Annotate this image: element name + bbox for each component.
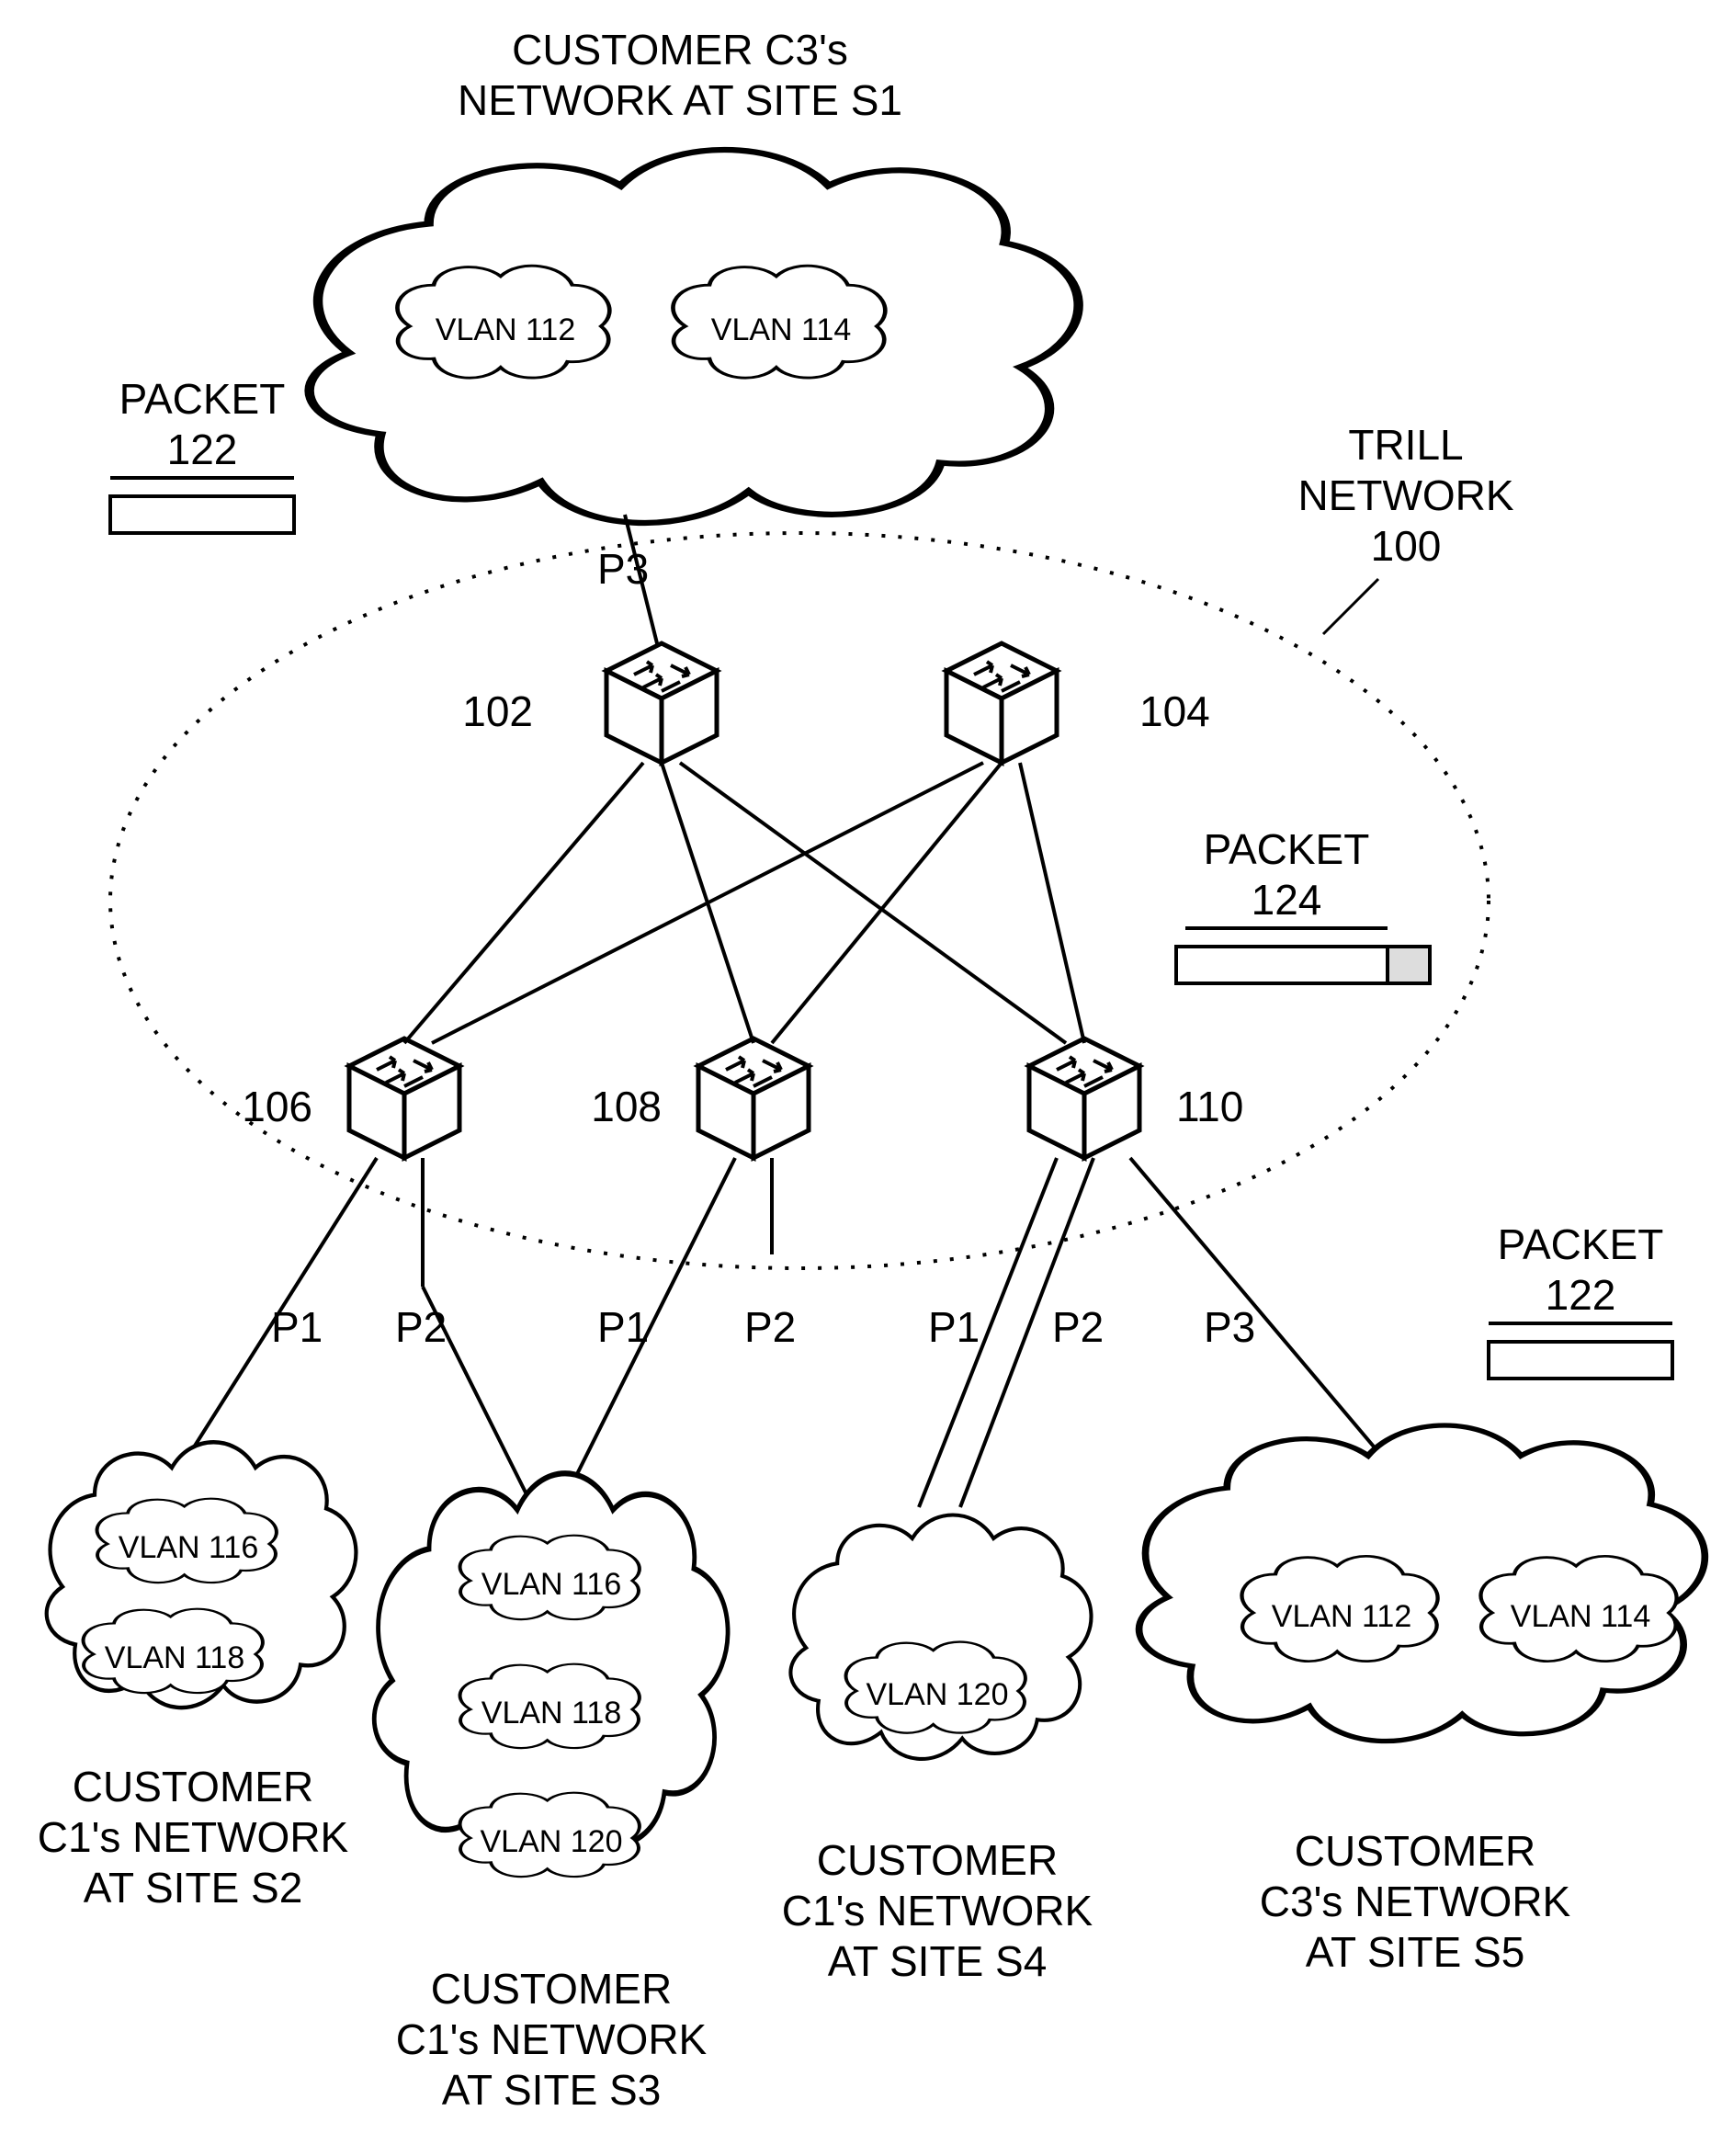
router-110-icon xyxy=(1029,1038,1139,1158)
packet-124-tag xyxy=(1388,947,1430,983)
port-p1a: P1 xyxy=(271,1303,323,1351)
svg-text:PACKET: PACKET xyxy=(1204,825,1370,873)
router-106-icon xyxy=(349,1038,459,1158)
packet-122-right: PACKET 122 xyxy=(1489,1220,1672,1379)
trill-label: TRILL NETWORK 100 xyxy=(1297,421,1513,634)
cloud-c1-s2: VLAN 116 VLAN 118 CUSTOMER C1's NETWORK … xyxy=(38,1442,357,1912)
cloud-c3-s1: VLAN 112 VLAN 114 xyxy=(310,150,1079,523)
router-102-icon xyxy=(606,643,717,763)
svg-text:TRILL: TRILL xyxy=(1348,421,1463,469)
svg-text:C1's NETWORK: C1's NETWORK xyxy=(396,2015,708,2063)
router-106-label: 106 xyxy=(242,1083,312,1130)
router-108-label: 108 xyxy=(591,1083,662,1130)
packet-122-label1: PACKET xyxy=(119,375,286,423)
svg-text:C1's NETWORK: C1's NETWORK xyxy=(782,1887,1093,1935)
port-p2a: P2 xyxy=(395,1303,447,1351)
packet-122-left: PACKET 122 xyxy=(110,375,294,533)
svg-text:122: 122 xyxy=(1546,1271,1616,1319)
svg-text:C1's NETWORK: C1's NETWORK xyxy=(38,1813,349,1861)
port-p1b: P1 xyxy=(597,1303,649,1351)
svg-text:AT SITE S2: AT SITE S2 xyxy=(84,1864,303,1912)
packet-124: PACKET 124 xyxy=(1176,825,1430,983)
vlan-120-s4: VLAN 120 xyxy=(867,1677,1009,1712)
port-p3c: P3 xyxy=(1204,1303,1255,1351)
port-p2c: P2 xyxy=(1052,1303,1104,1351)
port-p3-top: P3 xyxy=(597,545,649,593)
svg-text:NETWORK: NETWORK xyxy=(1297,471,1513,519)
cloud-c1-s4: VLAN 120 CUSTOMER C1's NETWORK AT SITE S… xyxy=(782,1515,1093,1986)
vlan-114-s5: VLAN 114 xyxy=(1511,1599,1650,1634)
svg-text:PACKET: PACKET xyxy=(1498,1220,1664,1268)
svg-text:C3's NETWORK: C3's NETWORK xyxy=(1260,1878,1571,1925)
svg-text:AT SITE S5: AT SITE S5 xyxy=(1306,1928,1525,1976)
vlan-114-top: VLAN 114 xyxy=(711,312,851,347)
diagram-root: CUSTOMER C3's NETWORK AT SITE S1 PACKET … xyxy=(0,0,1722,2156)
svg-text:CUSTOMER: CUSTOMER xyxy=(817,1836,1058,1884)
router-104-icon xyxy=(946,643,1057,763)
port-p2b: P2 xyxy=(744,1303,796,1351)
vlan-112-s5: VLAN 112 xyxy=(1272,1599,1411,1634)
svg-text:100: 100 xyxy=(1371,522,1442,570)
router-110-label: 110 xyxy=(1176,1083,1243,1130)
svg-text:CUSTOMER: CUSTOMER xyxy=(1295,1827,1535,1875)
port-p1c: P1 xyxy=(928,1303,980,1351)
svg-text:124: 124 xyxy=(1252,876,1322,924)
vlan-118-s2: VLAN 118 xyxy=(105,1640,244,1675)
vlan-116-s3: VLAN 116 xyxy=(481,1567,621,1602)
vlan-120-s3: VLAN 120 xyxy=(481,1824,623,1859)
svg-text:CUSTOMER: CUSTOMER xyxy=(73,1763,313,1810)
router-104-label: 104 xyxy=(1139,687,1210,735)
packet-122-box xyxy=(110,496,294,533)
packet-122-label2: 122 xyxy=(167,426,238,473)
svg-text:CUSTOMER: CUSTOMER xyxy=(431,1965,672,2013)
svg-text:AT SITE S4: AT SITE S4 xyxy=(828,1937,1048,1985)
cloud-c3-s5: VLAN 112 VLAN 114 CUSTOMER C3's NETWORK … xyxy=(1139,1425,1705,1976)
vlan-112-top: VLAN 112 xyxy=(436,312,575,347)
router-102-label: 102 xyxy=(462,687,533,735)
internal-links xyxy=(404,763,1084,1043)
title-top-line2: NETWORK AT SITE S1 xyxy=(458,76,902,124)
router-108-icon xyxy=(698,1038,809,1158)
vlan-116-s2: VLAN 116 xyxy=(119,1530,258,1565)
title-top-line1: CUSTOMER C3's xyxy=(512,26,848,74)
svg-text:AT SITE S3: AT SITE S3 xyxy=(442,2066,662,2114)
vlan-118-s3: VLAN 118 xyxy=(481,1696,621,1730)
cloud-c1-s3: VLAN 116 VLAN 118 VLAN 120 CUSTOMER C1's… xyxy=(374,1473,728,2114)
